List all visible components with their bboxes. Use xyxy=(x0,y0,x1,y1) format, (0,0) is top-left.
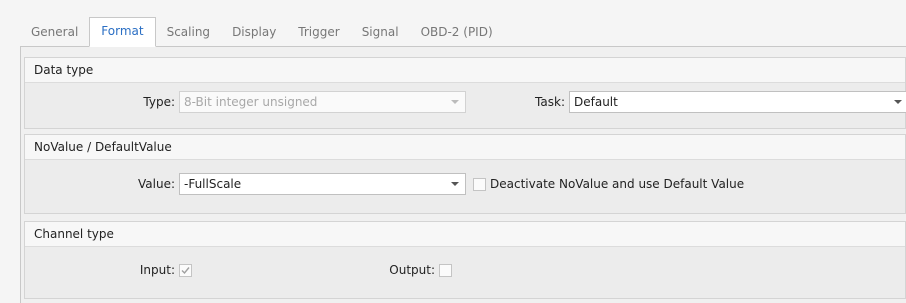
type-dropdown[interactable]: 8-Bit integer unsigned xyxy=(179,91,466,113)
novalue-group-title: NoValue / DefaultValue xyxy=(25,135,905,160)
tab-trigger[interactable]: Trigger xyxy=(287,19,350,46)
value-label: Value: xyxy=(138,177,175,191)
type-label: Type: xyxy=(143,95,175,109)
tab-display[interactable]: Display xyxy=(221,19,287,46)
task-dropdown-value: Default xyxy=(574,95,618,109)
chevron-down-icon xyxy=(892,92,904,112)
output-label: Output: xyxy=(389,263,435,277)
output-checkbox[interactable] xyxy=(439,264,452,277)
type-dropdown-value: 8-Bit integer unsigned xyxy=(184,95,318,109)
chevron-down-icon xyxy=(449,92,461,112)
channel-type-group: Channel type Input: Output: xyxy=(24,221,906,299)
task-dropdown[interactable]: Default xyxy=(569,91,906,113)
tab-obd2-pid[interactable]: OBD-2 (PID) xyxy=(410,19,504,46)
tab-signal[interactable]: Signal xyxy=(351,19,410,46)
format-tab-content: Data type Type: 8-Bit integer unsigned T… xyxy=(20,47,906,303)
novalue-group: NoValue / DefaultValue Value: -FullScale… xyxy=(24,134,906,214)
tab-scaling[interactable]: Scaling xyxy=(156,19,221,46)
chevron-down-icon xyxy=(449,174,461,194)
input-checkbox[interactable] xyxy=(179,264,192,277)
data-type-group: Data type Type: 8-Bit integer unsigned T… xyxy=(24,57,906,129)
deactivate-novalue-checkbox[interactable] xyxy=(473,178,486,191)
channel-type-group-title: Channel type xyxy=(25,222,905,247)
data-type-group-title: Data type xyxy=(25,58,905,83)
value-dropdown[interactable]: -FullScale xyxy=(179,173,466,195)
tab-bar: General Format Scaling Display Trigger S… xyxy=(20,17,906,47)
input-label: Input: xyxy=(139,263,175,277)
check-icon xyxy=(181,267,190,275)
task-label: Task: xyxy=(535,95,565,109)
value-dropdown-value: -FullScale xyxy=(184,177,242,191)
deactivate-novalue-label[interactable]: Deactivate NoValue and use Default Value xyxy=(490,173,744,195)
tab-general[interactable]: General xyxy=(20,19,89,46)
tab-format[interactable]: Format xyxy=(89,17,156,47)
